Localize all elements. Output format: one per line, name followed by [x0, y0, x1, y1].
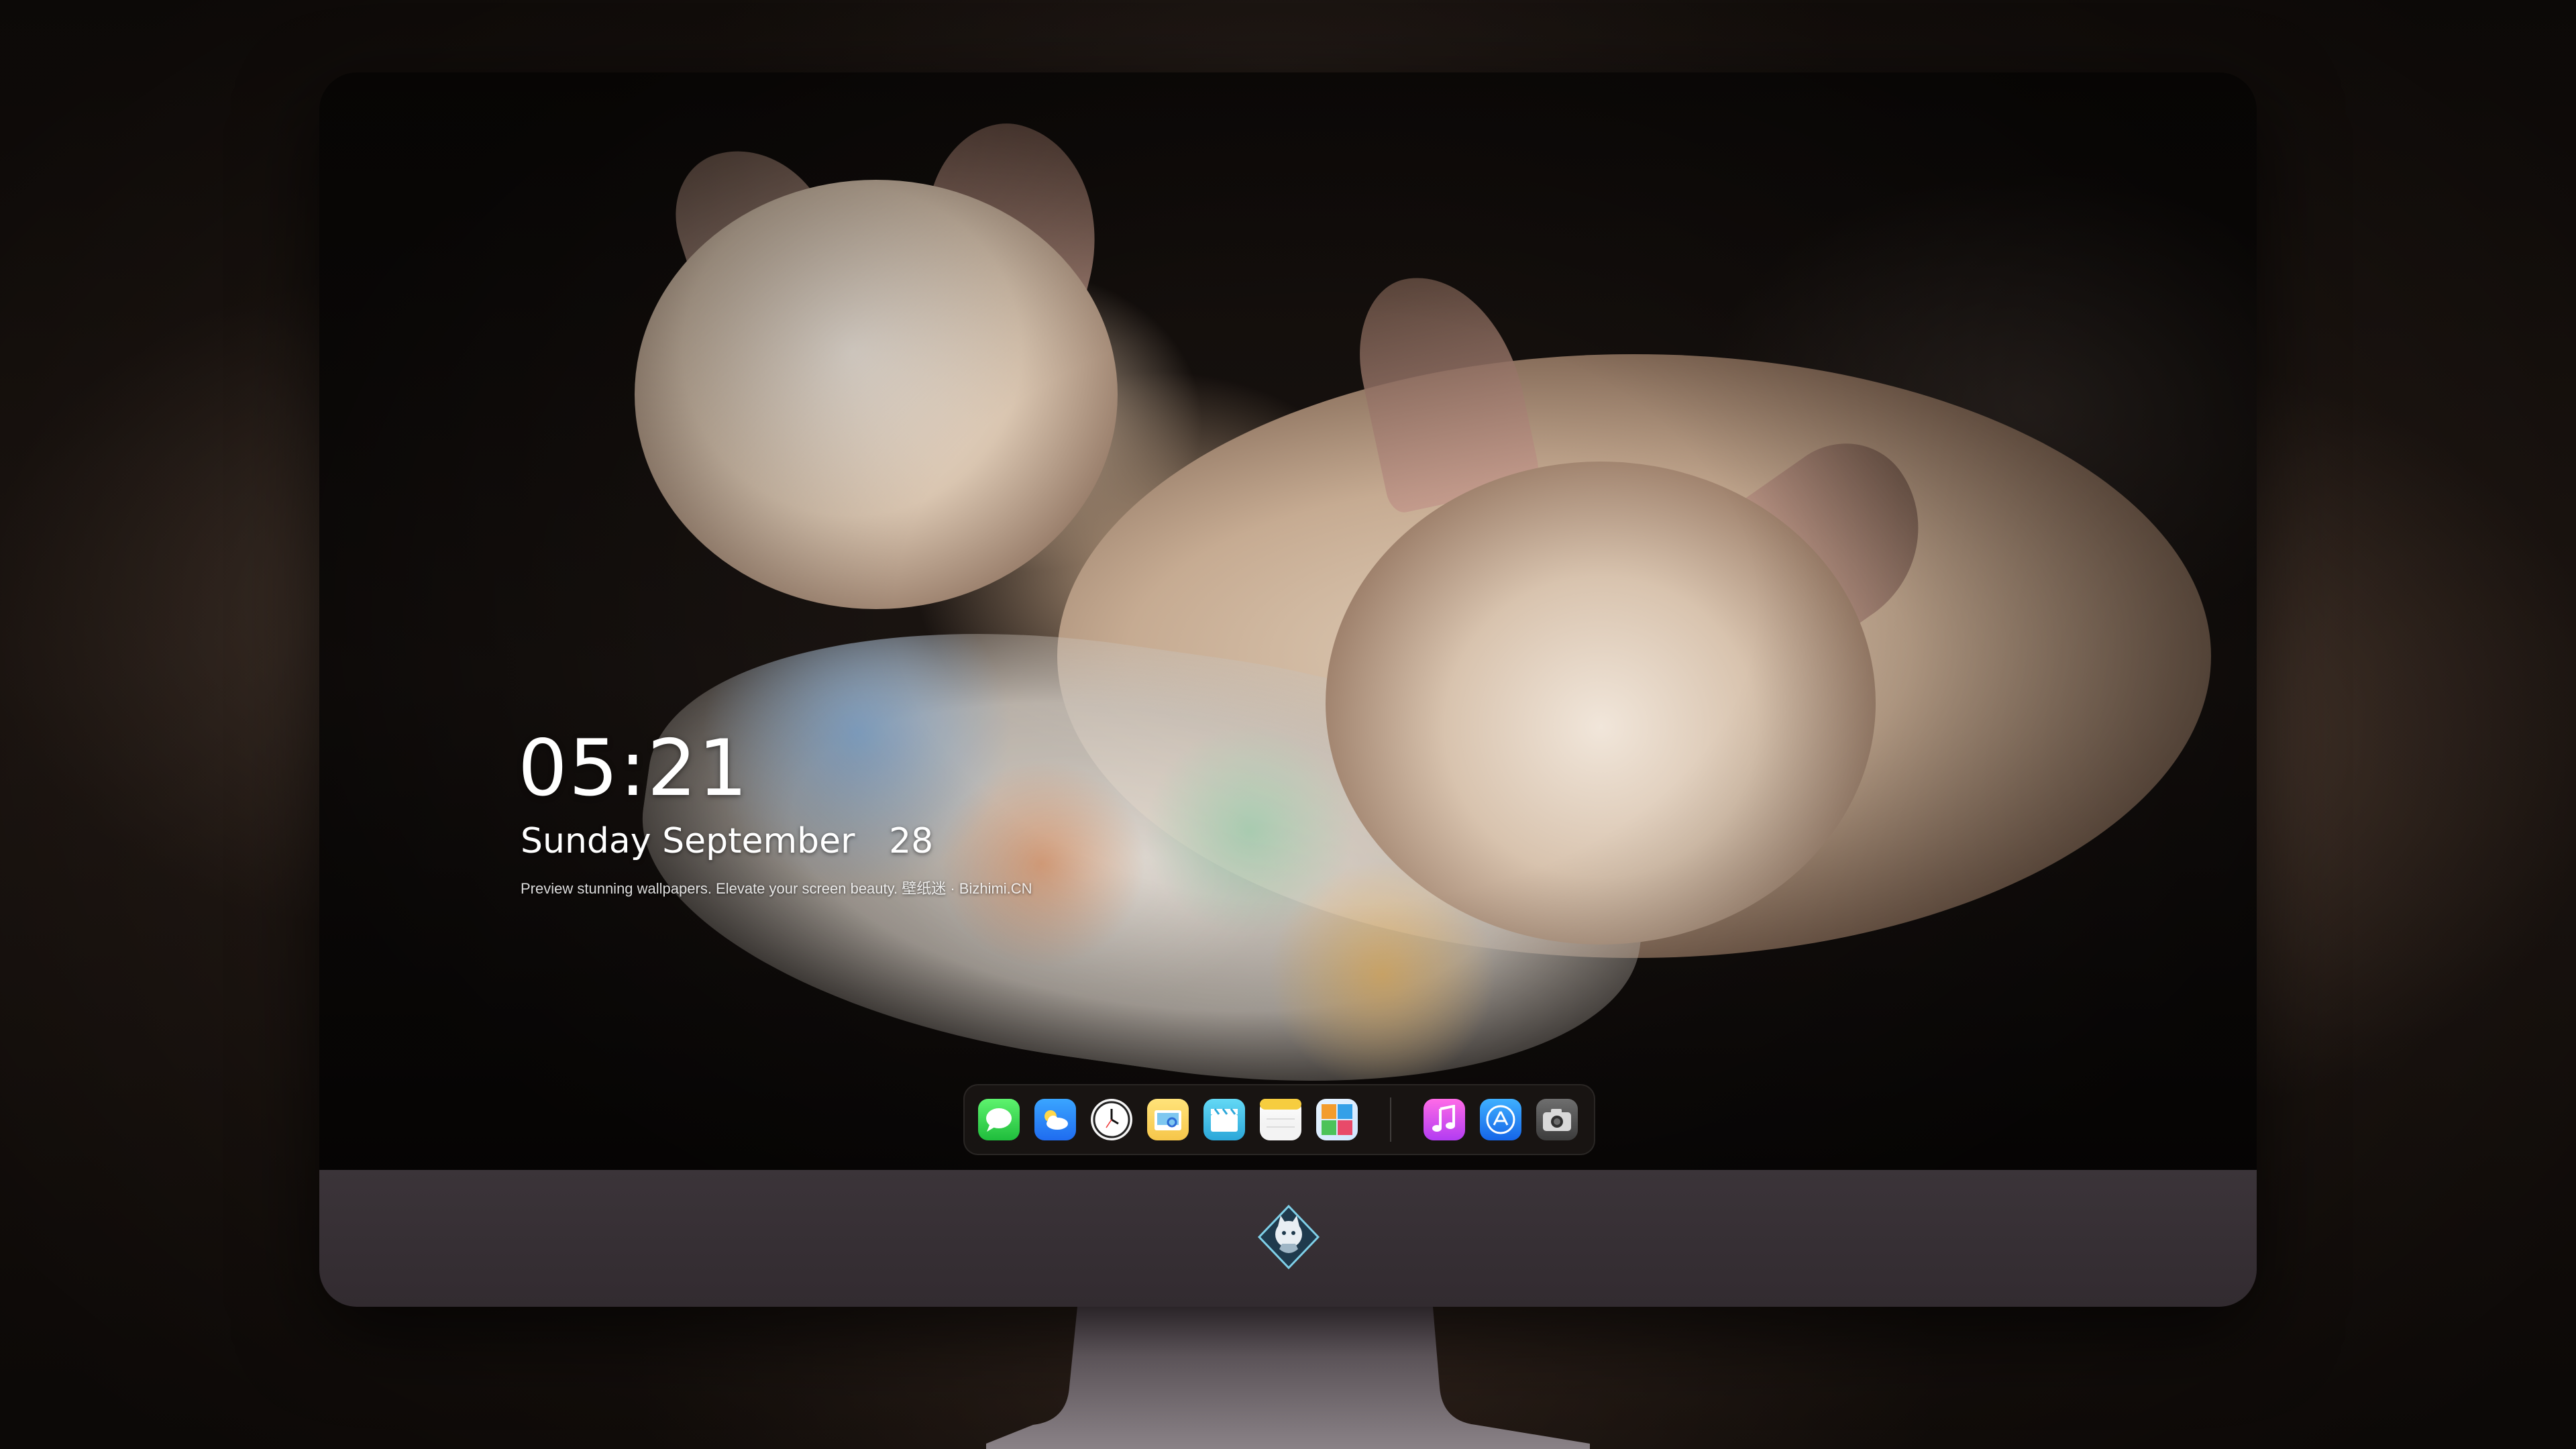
bizhimi-mascot-logo — [1255, 1203, 1322, 1271]
clips-icon[interactable] — [1203, 1099, 1245, 1140]
wallpaper-shade — [319, 72, 2257, 1170]
music-icon[interactable] — [1424, 1099, 1465, 1140]
monitor-stand — [986, 1307, 1590, 1449]
monitor-chin — [319, 1170, 2257, 1307]
weather-icon[interactable] — [1034, 1099, 1076, 1140]
date-month: September — [662, 821, 855, 861]
preview-icon[interactable] — [1147, 1099, 1189, 1140]
photos-icon[interactable] — [1316, 1099, 1358, 1140]
wallpaper-tagline: Preview stunning wallpapers. Elevate you… — [521, 880, 1032, 897]
clock-icon[interactable] — [1091, 1099, 1132, 1140]
date-weekday: Sunday — [521, 821, 651, 861]
lock-screen[interactable]: 05:21 Sunday September 28 Preview stunni… — [319, 72, 2257, 1170]
monitor: 05:21 Sunday September 28 Preview stunni… — [319, 72, 2257, 1307]
lock-clock: 05:21 — [518, 723, 749, 814]
dock — [963, 1084, 1595, 1155]
dock-separator — [1390, 1097, 1391, 1142]
lock-date: Sunday September 28 — [521, 824, 933, 859]
app-store-icon[interactable] — [1480, 1099, 1521, 1140]
desktop-scene: 05:21 Sunday September 28 Preview stunni… — [0, 0, 2576, 1449]
notes-icon[interactable] — [1260, 1099, 1301, 1140]
date-day: 28 — [889, 821, 934, 861]
messages-icon[interactable] — [978, 1099, 1020, 1140]
camera-icon[interactable] — [1536, 1099, 1578, 1140]
